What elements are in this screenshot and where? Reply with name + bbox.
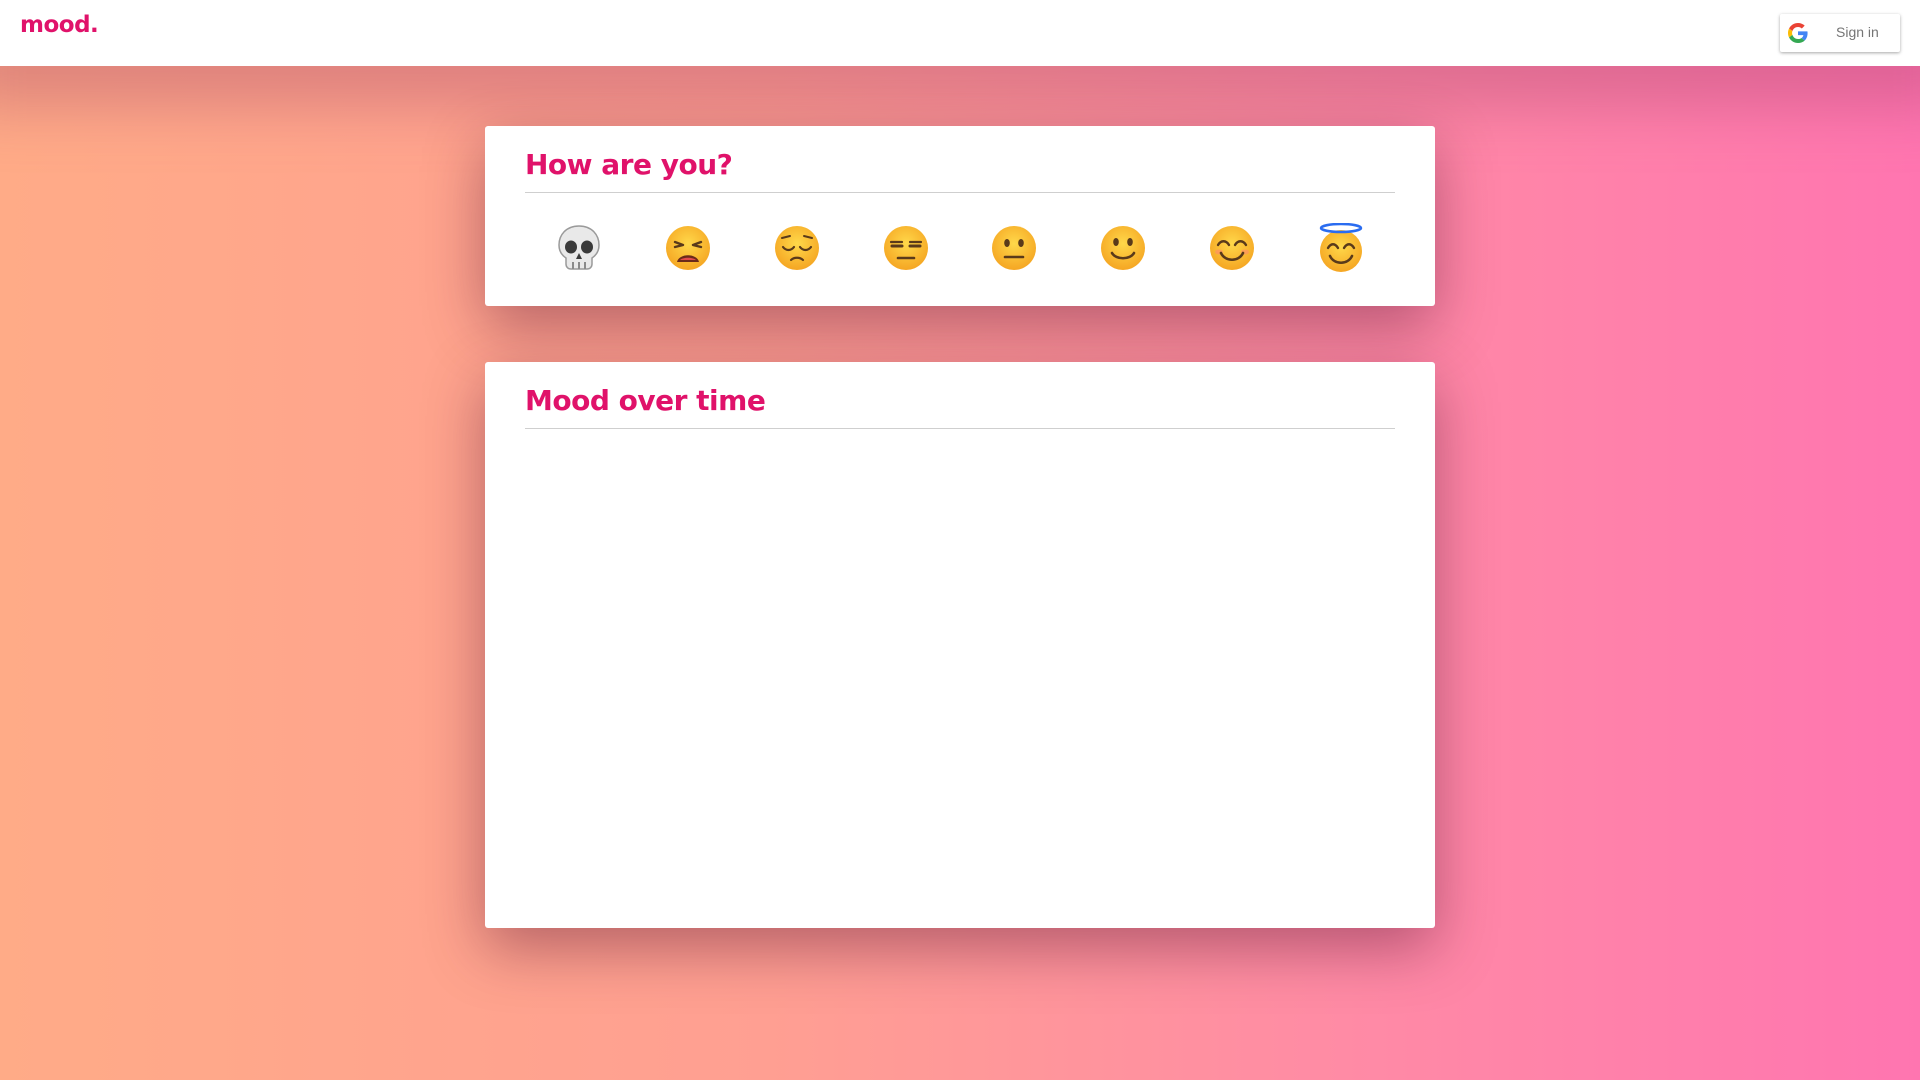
mood-input-card: How are you? — [485, 126, 1435, 306]
mood-option-skull[interactable] — [549, 218, 609, 278]
sign-in-label: Sign in — [1836, 24, 1879, 40]
google-sign-in-button[interactable]: Sign in — [1780, 14, 1900, 52]
google-icon — [1788, 23, 1808, 43]
unamused-face-icon — [883, 226, 928, 270]
mood-option-pensive[interactable] — [767, 218, 827, 278]
neutral-face-icon — [992, 226, 1037, 270]
mood-card-divider — [525, 192, 1395, 193]
chart-card-divider — [525, 428, 1395, 429]
mood-option-weary[interactable] — [658, 218, 718, 278]
slightly-smiling-face-icon — [1101, 226, 1146, 270]
pensive-face-icon — [774, 226, 819, 270]
smiling-face-icon — [1209, 226, 1254, 270]
halo-face-icon — [1319, 223, 1362, 272]
mood-option-halo[interactable] — [1311, 218, 1371, 278]
chart-card-title: Mood over time — [525, 384, 766, 417]
mood-option-unamused[interactable] — [876, 218, 936, 278]
mood-card-title: How are you? — [525, 148, 733, 181]
mood-option-smiling[interactable] — [1202, 218, 1262, 278]
skull-icon — [558, 225, 601, 270]
mood-options — [525, 218, 1395, 278]
weary-face-icon — [666, 226, 711, 270]
mood-chart-area — [525, 442, 1395, 902]
top-bar: mood. Sign in — [0, 0, 1920, 66]
mood-option-neutral[interactable] — [984, 218, 1044, 278]
mood-over-time-card: Mood over time — [485, 362, 1435, 928]
mood-option-slightly-smiling[interactable] — [1093, 218, 1153, 278]
app-logo: mood. — [20, 12, 99, 38]
